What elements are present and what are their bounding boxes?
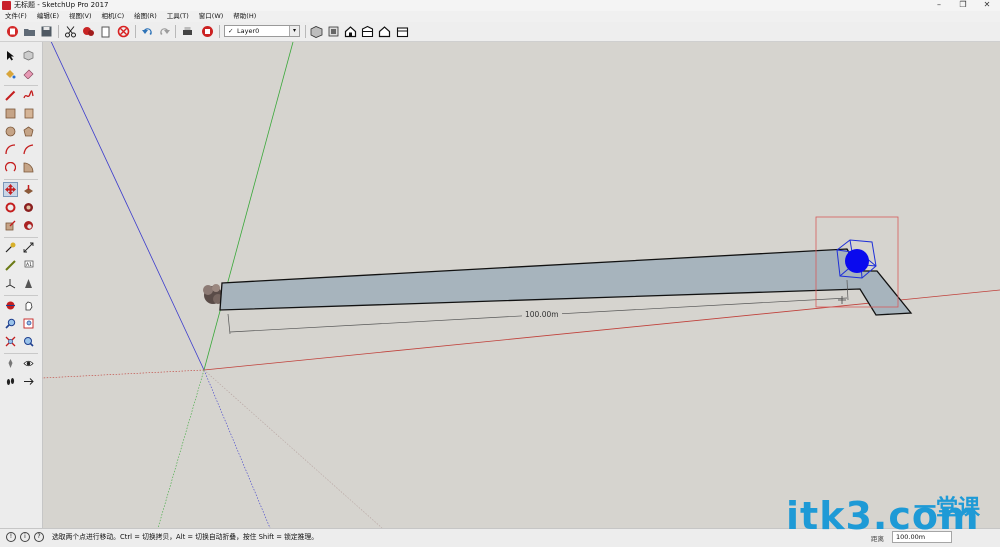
- iso-view-icon[interactable]: [309, 24, 324, 39]
- menu-file[interactable]: 文件(F): [0, 11, 32, 22]
- position-camera-icon[interactable]: [3, 356, 18, 371]
- circle-icon[interactable]: [3, 124, 18, 139]
- rotated-rectangle-icon[interactable]: [21, 106, 36, 121]
- pan-hand-icon[interactable]: [21, 298, 36, 313]
- rectangle-icon[interactable]: [3, 106, 18, 121]
- guide-line-dotted: [203, 369, 383, 528]
- close-button[interactable]: ✕: [980, 0, 994, 10]
- zoom-extents-icon[interactable]: [3, 334, 18, 349]
- open-folder-button[interactable]: [22, 24, 37, 39]
- back-view-house-icon[interactable]: [377, 24, 392, 39]
- three-point-arc-icon[interactable]: [3, 160, 18, 175]
- freehand-icon[interactable]: [21, 88, 36, 103]
- blue-axis-dotted: [203, 369, 271, 528]
- pencil-line-icon[interactable]: [3, 88, 18, 103]
- menu-tools[interactable]: 工具(T): [162, 11, 194, 22]
- warning-icon[interactable]: !: [6, 532, 16, 542]
- green-axis: [203, 42, 294, 371]
- copy-button[interactable]: [81, 24, 96, 39]
- cut-scissors-icon[interactable]: [63, 24, 78, 39]
- watermark: itk3.com 一堂课: [786, 494, 996, 544]
- save-button[interactable]: [39, 24, 54, 39]
- main-toolbar: ✓ Layer0 ▾: [0, 22, 1000, 42]
- text-icon[interactable]: A1: [21, 258, 36, 273]
- menu-camera[interactable]: 相机(C): [97, 11, 130, 22]
- arc-icon[interactable]: [3, 142, 18, 157]
- select-arrow-icon[interactable]: [3, 48, 18, 63]
- left-view-icon[interactable]: [395, 24, 410, 39]
- red-axis-dotted: [42, 369, 205, 379]
- axes-icon[interactable]: [3, 276, 18, 291]
- left-toolbar: A1: [0, 42, 43, 528]
- look-around-eye-icon[interactable]: [21, 356, 36, 371]
- paint-bucket-icon[interactable]: [3, 66, 18, 81]
- top-view-icon[interactable]: [326, 24, 341, 39]
- walk-footprints-icon[interactable]: [3, 374, 18, 389]
- menu-window[interactable]: 窗口(W): [194, 11, 229, 22]
- move-tool-icon[interactable]: [3, 182, 18, 197]
- layer-check-icon: ✓: [228, 27, 234, 35]
- scale-icon[interactable]: [3, 218, 18, 233]
- maximize-button[interactable]: ❐: [956, 0, 970, 10]
- menu-bar: 文件(F) 编辑(E) 视图(V) 相机(C) 绘图(R) 工具(T) 窗口(W…: [0, 11, 1000, 22]
- 3d-text-icon[interactable]: [21, 276, 36, 291]
- rotate-icon[interactable]: [3, 200, 18, 215]
- polygon-icon[interactable]: [21, 124, 36, 139]
- dimension-icon[interactable]: [21, 240, 36, 255]
- dimension-text: 100.00m: [525, 310, 559, 319]
- layer-select[interactable]: ✓ Layer0 ▾: [224, 25, 300, 37]
- drawing-viewport[interactable]: 100.00m: [42, 42, 1000, 528]
- follow-me-icon[interactable]: [21, 200, 36, 215]
- pie-icon[interactable]: [21, 160, 36, 175]
- push-pull-icon[interactable]: [21, 182, 36, 197]
- svg-text:A1: A1: [26, 262, 32, 268]
- zoom-window-icon[interactable]: [21, 316, 36, 331]
- make-component-icon[interactable]: [21, 48, 36, 63]
- erase-delete-icon[interactable]: [116, 24, 131, 39]
- help-icon[interactable]: ?: [34, 532, 44, 542]
- blue-sphere: [845, 249, 869, 273]
- redo-icon[interactable]: [157, 24, 172, 39]
- previous-view-icon[interactable]: [21, 334, 36, 349]
- section-plane-icon[interactable]: [21, 374, 36, 389]
- undo-icon[interactable]: [140, 24, 155, 39]
- window-controls: – ❐ ✕: [932, 0, 994, 11]
- green-axis-dotted: [157, 369, 205, 528]
- menu-view[interactable]: 视图(V): [64, 11, 97, 22]
- menu-draw[interactable]: 绘图(R): [129, 11, 162, 22]
- scale-figure: [203, 284, 223, 304]
- front-view-house-icon[interactable]: [343, 24, 358, 39]
- chevron-down-icon[interactable]: ▾: [289, 26, 299, 36]
- minimize-button[interactable]: –: [932, 0, 946, 10]
- watermark-cjk: 一堂课: [914, 496, 981, 521]
- move-cursor: [838, 296, 846, 304]
- paste-button[interactable]: [98, 24, 113, 39]
- window-title: 无标题 - SketchUp Pro 2017: [14, 1, 109, 9]
- menu-help[interactable]: 帮助(H): [228, 11, 261, 22]
- eraser-icon[interactable]: [21, 66, 36, 81]
- offset-icon[interactable]: [21, 218, 36, 233]
- right-view-icon[interactable]: [360, 24, 375, 39]
- beam-face: [219, 248, 913, 316]
- model-info-icon[interactable]: [200, 24, 215, 39]
- zoom-icon[interactable]: [3, 316, 18, 331]
- info-icon[interactable]: i: [20, 532, 30, 542]
- print-icon[interactable]: [180, 24, 195, 39]
- status-hint: 选取两个点进行移动。Ctrl = 切换拷贝，Alt = 切换自动折叠，按住 Sh…: [52, 533, 319, 541]
- menu-edit[interactable]: 编辑(E): [32, 11, 64, 22]
- sketchup-logo-icon: [2, 1, 11, 10]
- protractor-icon[interactable]: [3, 258, 18, 273]
- tape-measure-icon[interactable]: [3, 240, 18, 255]
- layer-name: Layer0: [237, 27, 260, 35]
- new-file-button[interactable]: [5, 24, 20, 39]
- two-point-arc-icon[interactable]: [21, 142, 36, 157]
- blue-axis: [50, 42, 205, 371]
- orbit-icon[interactable]: [3, 298, 18, 313]
